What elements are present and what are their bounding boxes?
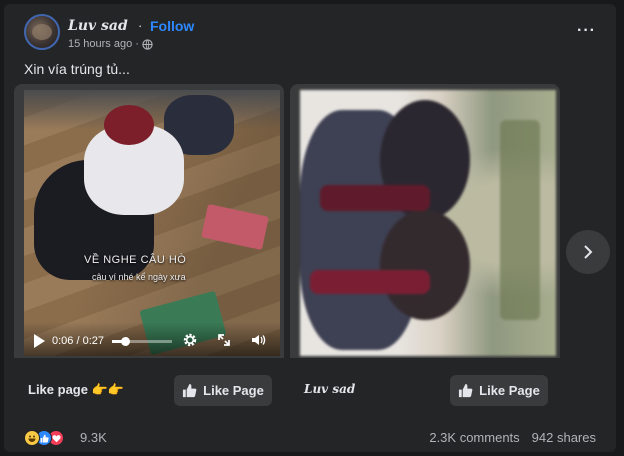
post-meta: 15 hours ago ·: [68, 38, 153, 50]
video-player[interactable]: VỀ NGHE CÂU HÒ câu ví nhé kể ngày xưa 0:…: [24, 90, 280, 356]
image-figure: [320, 185, 430, 211]
video-time: 0:06 / 0:27: [52, 335, 104, 347]
video-overlay-title: VỀ NGHE CÂU HÒ: [84, 254, 187, 266]
like-page-label: Like Page: [479, 383, 540, 398]
carousel-card-video: VỀ NGHE CÂU HÒ câu ví nhé kể ngày xưa 0:…: [14, 84, 284, 424]
video-progress-bar[interactable]: [112, 337, 172, 346]
shares-count[interactable]: 942 shares: [532, 430, 596, 445]
reaction-icons[interactable]: [24, 430, 64, 446]
more-options-button[interactable]: ···: [577, 22, 596, 40]
thumbs-up-icon: [459, 383, 473, 398]
video-frame-book: [201, 203, 269, 251]
play-icon[interactable]: [34, 334, 45, 348]
image-figure: [380, 210, 470, 320]
like-page-button[interactable]: Like Page: [174, 375, 272, 406]
post-header: 𝑳𝒖𝒗 𝒔𝒂𝒅 · Follow 15 hours ago · ···: [24, 14, 596, 54]
follow-button[interactable]: Follow: [150, 18, 194, 34]
card-page-name[interactable]: 𝑳𝒖𝒗 𝒔𝒂𝒅: [304, 382, 355, 396]
globe-icon: [142, 38, 153, 50]
post-card: 𝑳𝒖𝒗 𝒔𝒂𝒅 · Follow 15 hours ago · ··· Xin …: [4, 4, 616, 452]
meta-dot: ·: [135, 38, 139, 50]
comments-count[interactable]: 2.3K comments: [429, 430, 519, 445]
like-page-label: Like Page: [203, 383, 264, 398]
video-progress-knob[interactable]: [121, 337, 131, 346]
post-time[interactable]: 15 hours ago: [68, 38, 132, 50]
image-background-shape: [500, 120, 540, 320]
reaction-count[interactable]: 9.3K: [80, 430, 107, 445]
settings-gear-icon[interactable]: [182, 332, 198, 348]
engagement-stats: 2.3K comments 942 shares: [429, 430, 596, 445]
fullscreen-icon[interactable]: [216, 332, 232, 348]
haha-reaction-icon: [24, 430, 40, 446]
carousel-next-button[interactable]: [566, 230, 610, 274]
post-image[interactable]: [300, 90, 556, 356]
like-page-button[interactable]: Like Page: [450, 375, 548, 406]
video-overlay-subtitle: câu ví nhé kể ngày xưa: [92, 272, 186, 282]
video-frame-figure: [104, 105, 154, 145]
post-stats: 9.3K 2.3K comments 942 shares: [24, 430, 596, 448]
author-name[interactable]: 𝑳𝒖𝒗 𝒔𝒂𝒅: [68, 18, 128, 34]
separator-dot: ·: [138, 18, 143, 33]
carousel-card-image: 𝑳𝒖𝒗 𝒔𝒂𝒅 Like Page: [290, 84, 560, 424]
chevron-right-icon: [584, 245, 593, 259]
card-footer: 𝑳𝒖𝒗 𝒔𝒂𝒅 Like Page: [290, 358, 560, 424]
image-figure: [310, 270, 430, 294]
avatar[interactable]: [24, 14, 60, 50]
thumbs-up-icon: [183, 383, 197, 398]
card-footer-label: Like page 👉👉: [28, 382, 124, 397]
card-footer: Like page 👉👉 Like Page: [14, 358, 284, 424]
video-controls: 0:06 / 0:27: [24, 322, 280, 356]
volume-icon[interactable]: [250, 332, 266, 348]
post-caption: Xin vía trúng tủ...: [24, 61, 130, 77]
